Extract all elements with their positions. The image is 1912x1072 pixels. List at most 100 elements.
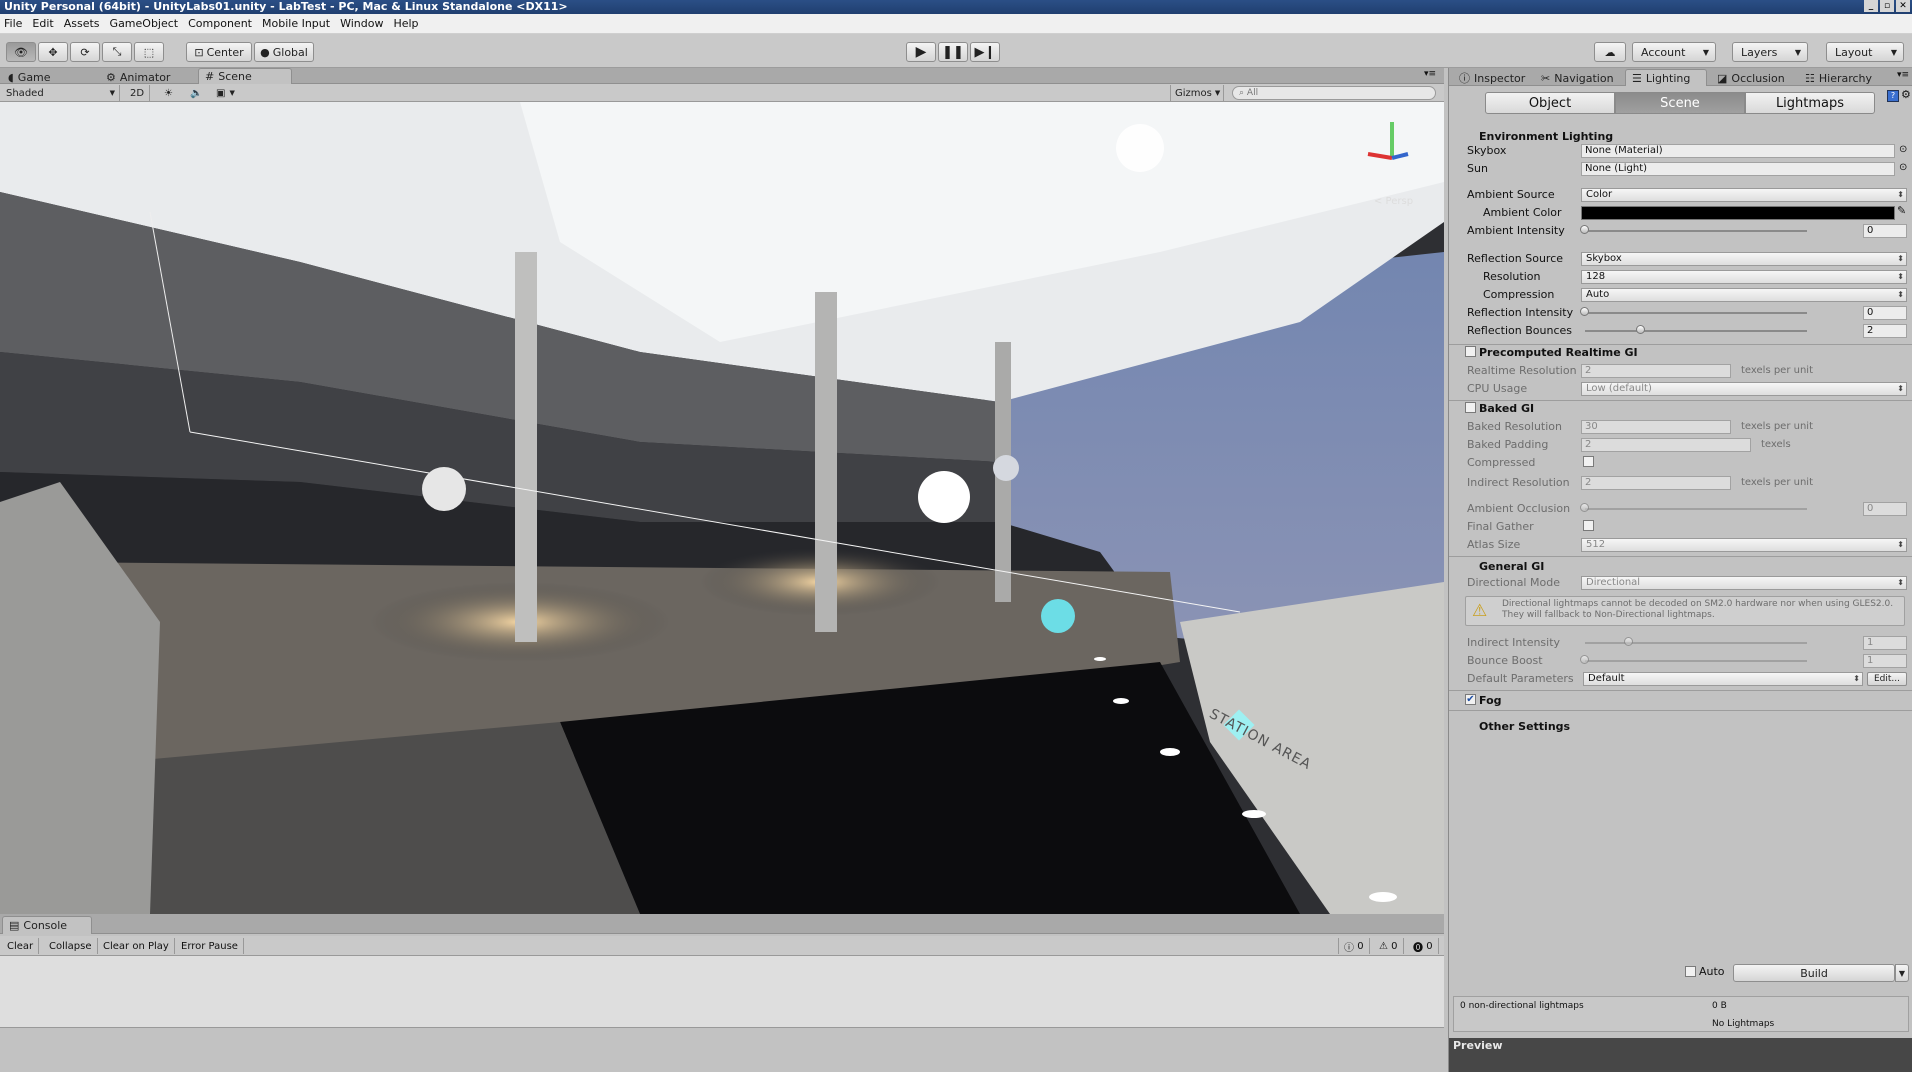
bounce-boost-field[interactable]: 1: [1863, 654, 1907, 668]
indirect-intensity-field[interactable]: 1: [1863, 636, 1907, 650]
view-tool-button[interactable]: 👁: [6, 42, 36, 62]
cpu-usage-dropdown[interactable]: Low (default): [1581, 382, 1907, 396]
scene-viewport[interactable]: < Persp STATION AREA: [0, 102, 1444, 914]
lighting-lightmaps-tab[interactable]: Lightmaps: [1745, 92, 1875, 114]
ambient-color-swatch[interactable]: [1581, 206, 1895, 220]
scene-lighting-toggle[interactable]: ☀: [160, 85, 177, 101]
pivot-global-button[interactable]: ● Global: [254, 42, 314, 62]
realtime-gi-checkbox[interactable]: [1465, 346, 1476, 357]
console-clear-button[interactable]: Clear: [2, 938, 40, 954]
gizmos-dropdown[interactable]: Gizmos ▼: [1170, 85, 1224, 101]
default-parameters-dropdown[interactable]: Default: [1583, 672, 1863, 686]
help-icon[interactable]: ?: [1887, 90, 1899, 102]
scene-audio-toggle[interactable]: 🔈: [186, 85, 206, 101]
fog-checkbox[interactable]: ✔: [1465, 694, 1476, 705]
console-detail-area[interactable]: [0, 1028, 1444, 1072]
final-gather-checkbox[interactable]: [1583, 520, 1594, 531]
sun-field[interactable]: None (Light): [1581, 162, 1895, 176]
pivot-center-button[interactable]: ⊡ Center: [186, 42, 252, 62]
build-button[interactable]: Build: [1733, 964, 1895, 982]
menu-help[interactable]: Help: [393, 17, 418, 30]
console-error-toggle[interactable]: ⓿ 0: [1408, 938, 1439, 954]
tab-inspector[interactable]: ⓘ Inspector: [1453, 69, 1533, 87]
lighting-object-tab[interactable]: Object: [1485, 92, 1615, 114]
ambient-intensity-field[interactable]: 0: [1863, 224, 1907, 238]
menu-gameobject[interactable]: GameObject: [110, 17, 179, 30]
resolution-dropdown[interactable]: 128: [1581, 270, 1907, 284]
layers-dropdown[interactable]: Layers ▼: [1732, 42, 1808, 62]
menu-mobile-input[interactable]: Mobile Input: [262, 17, 330, 30]
console-error-pause-button[interactable]: Error Pause: [176, 938, 244, 954]
menu-window[interactable]: Window: [340, 17, 383, 30]
perspective-label[interactable]: < Persp: [1374, 196, 1413, 207]
reflection-bounces-knob[interactable]: [1635, 325, 1645, 334]
console-clear-on-play-button[interactable]: Clear on Play: [98, 938, 175, 954]
ambient-occlusion-knob[interactable]: [1580, 503, 1589, 512]
scene-search-input[interactable]: ⌕ All: [1232, 86, 1436, 100]
preview-bar[interactable]: Preview: [1449, 1038, 1912, 1072]
ambient-occlusion-slider[interactable]: [1585, 508, 1807, 510]
indirect-resolution-field[interactable]: 2: [1581, 476, 1731, 490]
scale-tool-button[interactable]: ⤡: [102, 42, 132, 62]
baked-resolution-field[interactable]: 30: [1581, 420, 1731, 434]
rect-tool-button[interactable]: ⬚: [134, 42, 164, 62]
console-warning-toggle[interactable]: ⚠ 0: [1374, 938, 1404, 954]
menu-edit[interactable]: Edit: [32, 17, 53, 30]
baked-padding-field[interactable]: 2: [1581, 438, 1751, 452]
restore-icon[interactable]: ▫: [1880, 0, 1894, 12]
step-button[interactable]: ▶❙: [970, 42, 1000, 62]
menu-assets[interactable]: Assets: [64, 17, 100, 30]
other-settings-header[interactable]: Other Settings: [1479, 720, 1570, 733]
indirect-intensity-knob[interactable]: [1624, 637, 1634, 646]
rotate-tool-button[interactable]: ⟳: [70, 42, 100, 62]
tab-scene[interactable]: # Scene: [198, 68, 292, 84]
play-button[interactable]: ▶: [906, 42, 936, 62]
tab-occlusion[interactable]: ◪ Occlusion: [1711, 69, 1793, 87]
menu-component[interactable]: Component: [188, 17, 252, 30]
skybox-field[interactable]: None (Material): [1581, 144, 1895, 158]
reflection-bounces-field[interactable]: 2: [1863, 324, 1907, 338]
menu-file[interactable]: File: [4, 17, 22, 30]
move-tool-button[interactable]: ✥: [38, 42, 68, 62]
gear-icon[interactable]: ⚙: [1901, 88, 1911, 101]
reflection-source-dropdown[interactable]: Skybox: [1581, 252, 1907, 266]
ambient-occlusion-field[interactable]: 0: [1863, 502, 1907, 516]
ambient-intensity-slider[interactable]: [1585, 230, 1807, 232]
bounce-boost-slider[interactable]: [1585, 660, 1807, 662]
console-collapse-button[interactable]: Collapse: [44, 938, 98, 954]
object-picker-icon[interactable]: ⊙: [1899, 144, 1907, 155]
atlas-size-dropdown[interactable]: 512: [1581, 538, 1907, 552]
object-picker-icon[interactable]: ⊙: [1899, 162, 1907, 173]
tab-navigation[interactable]: ✂ Navigation: [1535, 69, 1622, 87]
reflection-intensity-field[interactable]: 0: [1863, 306, 1907, 320]
build-options-button[interactable]: ▼: [1895, 964, 1909, 982]
pause-button[interactable]: ❚❚: [938, 42, 968, 62]
reflection-intensity-slider[interactable]: [1585, 312, 1807, 314]
indirect-intensity-slider[interactable]: [1585, 642, 1807, 644]
panel-menu-icon[interactable]: ▾≡: [1424, 69, 1436, 79]
minimize-icon[interactable]: _: [1864, 0, 1878, 12]
cloud-button[interactable]: ☁: [1594, 42, 1626, 62]
tab-lighting[interactable]: ☰ Lighting: [1625, 69, 1707, 86]
console-info-toggle[interactable]: ⓘ 0: [1338, 938, 1370, 954]
console-log-list[interactable]: [0, 956, 1444, 1028]
baked-gi-checkbox[interactable]: [1465, 402, 1476, 413]
shading-mode-dropdown[interactable]: Shaded ▼: [2, 85, 120, 101]
eyedropper-icon[interactable]: ✎: [1897, 204, 1906, 217]
directional-mode-dropdown[interactable]: Directional: [1581, 576, 1907, 590]
edit-parameters-button[interactable]: Edit...: [1867, 672, 1907, 686]
close-icon[interactable]: ✕: [1896, 0, 1910, 12]
panel-menu-icon[interactable]: ▾≡: [1897, 70, 1909, 80]
tab-console[interactable]: ▤ Console: [2, 916, 92, 934]
reflection-intensity-knob[interactable]: [1580, 307, 1589, 316]
layout-dropdown[interactable]: Layout ▼: [1826, 42, 1904, 62]
ambient-intensity-knob[interactable]: [1580, 225, 1589, 234]
compression-dropdown[interactable]: Auto: [1581, 288, 1907, 302]
lighting-scene-tab[interactable]: Scene: [1615, 92, 1745, 114]
tab-hierarchy[interactable]: ☷ Hierarchy: [1799, 69, 1880, 87]
toggle-2d-button[interactable]: 2D: [126, 85, 150, 101]
compressed-checkbox[interactable]: [1583, 456, 1594, 467]
reflection-bounces-slider[interactable]: [1585, 330, 1807, 332]
bounce-boost-knob[interactable]: [1580, 655, 1589, 664]
realtime-resolution-field[interactable]: 2: [1581, 364, 1731, 378]
